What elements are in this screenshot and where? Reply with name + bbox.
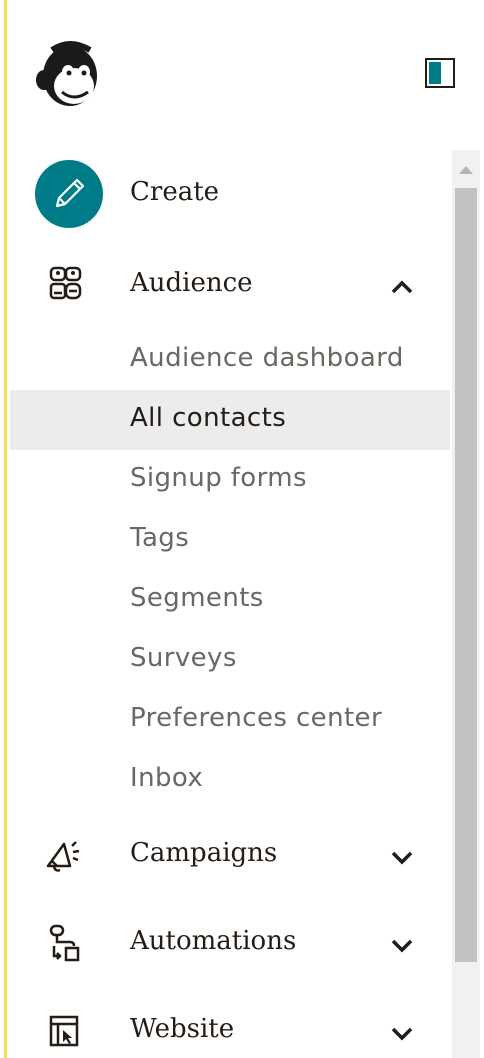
nav-label-automations: Automations xyxy=(130,926,297,956)
sidebar-nav: Create Audience Audience dashboard All c… xyxy=(0,0,484,1058)
nav-item-create[interactable]: Create xyxy=(10,160,450,228)
sub-item-label: Inbox xyxy=(130,763,204,793)
sub-item-preferences-center[interactable]: Preferences center xyxy=(10,690,450,750)
accent-bar xyxy=(4,0,7,1058)
sub-item-label: Segments xyxy=(130,583,264,613)
chevron-down-icon[interactable] xyxy=(388,1024,416,1044)
sub-item-audience-dashboard[interactable]: Audience dashboard xyxy=(10,330,450,390)
scrollbar[interactable] xyxy=(452,150,480,1058)
nav-label-website: Website xyxy=(130,1014,235,1044)
chevron-down-icon[interactable] xyxy=(388,848,416,868)
nav-label-create: Create xyxy=(130,177,220,207)
automations-icon xyxy=(49,924,80,962)
sub-item-label: Signup forms xyxy=(130,463,307,493)
chevron-down-icon[interactable] xyxy=(388,936,416,956)
audience-icon xyxy=(49,266,82,300)
sub-item-tags[interactable]: Tags xyxy=(10,510,450,570)
megaphone-icon xyxy=(46,841,80,872)
nav-label-audience: Audience xyxy=(130,268,253,298)
website-icon xyxy=(49,1015,79,1047)
chevron-up-icon[interactable] xyxy=(388,276,416,296)
sub-item-label: Surveys xyxy=(130,643,237,673)
mailchimp-logo-icon[interactable] xyxy=(34,36,106,112)
nav-item-audience[interactable]: Audience xyxy=(10,258,450,314)
sub-item-signup-forms[interactable]: Signup forms xyxy=(10,450,450,510)
pencil-icon xyxy=(35,160,103,228)
nav-label-campaigns: Campaigns xyxy=(130,838,278,868)
sub-item-segments[interactable]: Segments xyxy=(10,570,450,630)
scrollbar-thumb[interactable] xyxy=(455,188,477,962)
sub-item-surveys[interactable]: Surveys xyxy=(10,630,450,690)
sub-item-inbox[interactable]: Inbox xyxy=(10,750,450,810)
sub-item-all-contacts[interactable]: All contacts xyxy=(10,390,450,450)
nav-item-website[interactable]: Website xyxy=(10,1004,450,1058)
nav-item-automations[interactable]: Automations xyxy=(10,916,450,972)
sub-item-label: All contacts xyxy=(130,403,287,433)
sub-item-label: Preferences center xyxy=(130,703,383,733)
collapse-sidebar-icon[interactable] xyxy=(424,57,456,89)
sub-item-label: Tags xyxy=(130,523,190,553)
scroll-up-arrow-icon[interactable] xyxy=(459,166,473,174)
sub-item-label: Audience dashboard xyxy=(130,343,404,373)
nav-item-campaigns[interactable]: Campaigns xyxy=(10,828,450,884)
